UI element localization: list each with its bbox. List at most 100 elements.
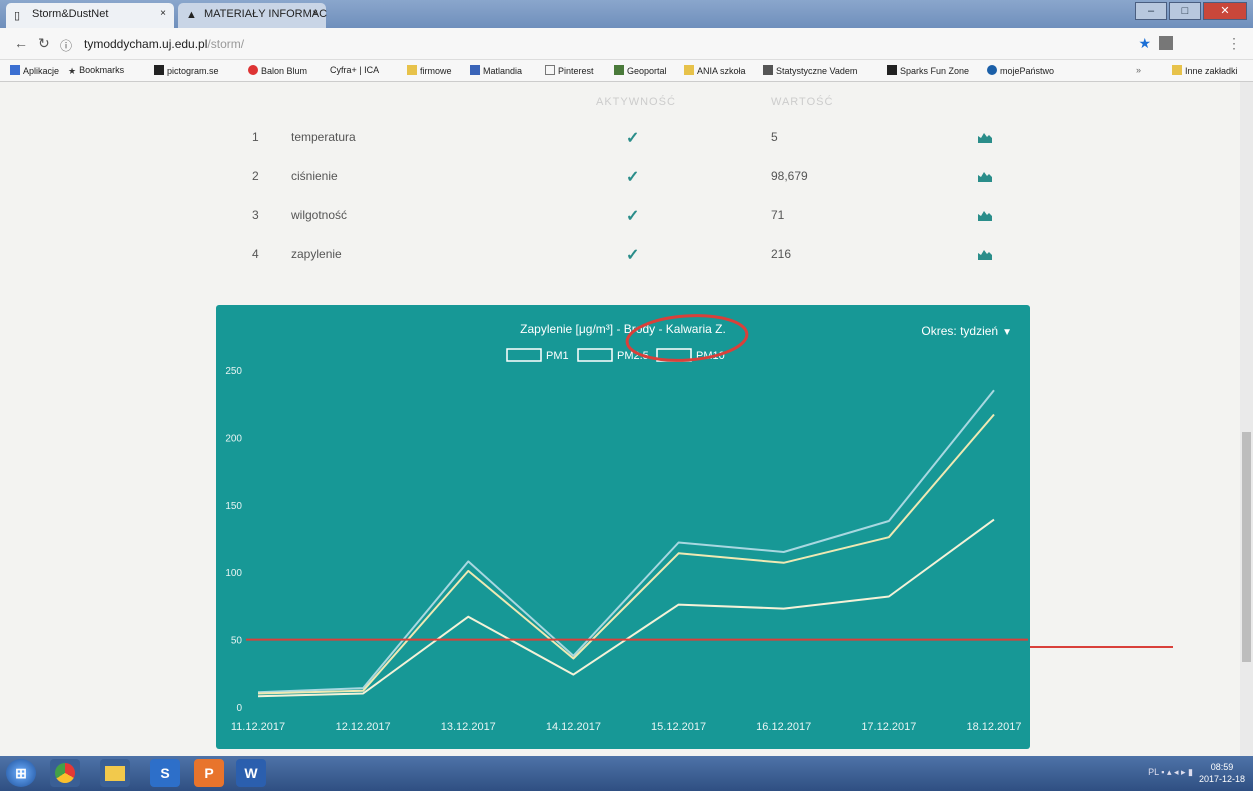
page-icon: ▯ (14, 10, 21, 22)
legend-label: PM1 (546, 350, 569, 362)
table-row: 3 wilgotność ✓ 71 (0, 208, 1253, 228)
extension-icon[interactable] (1159, 36, 1173, 50)
folder-icon (407, 65, 417, 75)
y-tick-label: 200 (225, 433, 242, 444)
geoportal-icon (614, 65, 624, 75)
x-tick-label: 17.12.2017 (861, 721, 916, 733)
globe-icon (987, 65, 997, 75)
x-tick-label: 11.12.2017 (231, 721, 285, 733)
sparks-icon (887, 65, 897, 75)
window-controls: – □ ✕ (1133, 2, 1247, 22)
y-tick-label: 50 (231, 636, 243, 647)
minimize-button[interactable]: – (1135, 2, 1167, 20)
skype-icon[interactable]: S (150, 759, 180, 787)
tab-label: MATERIAŁY INFORMAC (204, 8, 328, 20)
caret-down-icon: ▼ (1002, 327, 1012, 338)
taskbar: ⊞ S P W PL ▪ ▴ ◂ ▸ ▮ 08:59 2017-12-18 (0, 756, 1253, 791)
y-tick-label: 100 (225, 568, 242, 579)
table-row: 1 temperatura ✓ 5 (0, 130, 1253, 150)
area-chart-icon[interactable] (978, 210, 992, 221)
bookmark-other[interactable]: Inne zakładki (1172, 65, 1238, 76)
bookmark-pinterest[interactable]: Pinterest (545, 65, 594, 76)
close-tab-icon[interactable]: × (160, 8, 166, 19)
scrollbar-thumb[interactable] (1242, 432, 1251, 662)
reference-line-extension (1030, 646, 1173, 648)
area-chart-icon[interactable] (978, 249, 992, 260)
bookmark-apps[interactable]: Aplikacje (10, 65, 59, 76)
bookmark-ania-szkola[interactable]: ANIA szkoła (684, 65, 746, 76)
bookmark-sparks[interactable]: Sparks Fun Zone (887, 65, 969, 76)
maximize-button[interactable]: □ (1169, 2, 1201, 20)
powerpoint-icon[interactable]: P (194, 759, 224, 787)
file-explorer-icon[interactable] (100, 759, 130, 787)
back-arrow-icon[interactable]: ← (14, 35, 28, 51)
more-bookmarks-icon[interactable]: » (1136, 65, 1141, 75)
annotation-circle (625, 314, 749, 362)
series-line-pm1 (257, 518, 995, 698)
series-line-pm25 (257, 413, 995, 695)
series-line-pm10 (257, 389, 995, 694)
legend-swatch (577, 348, 613, 362)
tab-storm-dustnet[interactable]: ▯ Storm&DustNet × (6, 3, 174, 28)
x-tick-label: 14.12.2017 (546, 721, 601, 733)
tab-materialy[interactable]: ▲ MATERIAŁY INFORMAC × (178, 3, 328, 28)
x-tick-label: 18.12.2017 (966, 721, 1021, 733)
y-tick-label: 150 (225, 501, 242, 512)
chrome-icon[interactable] (50, 759, 80, 787)
page-icon (545, 65, 555, 75)
apps-grid-icon (10, 65, 20, 75)
balloon-icon (248, 65, 258, 75)
area-chart-icon[interactable] (978, 171, 992, 182)
header-value: WARTOŚĆ (771, 96, 834, 108)
table-row: 4 zapylenie ✓ 216 (0, 247, 1253, 267)
pictogram-icon (154, 65, 164, 75)
y-tick-label: 250 (225, 366, 242, 377)
y-tick-label: 0 (236, 703, 242, 714)
x-tick-label: 16.12.2017 (756, 721, 811, 733)
bookmark-firmowe[interactable]: firmowe (407, 65, 452, 76)
area-chart-icon[interactable] (978, 132, 992, 143)
bookmark-cyfra[interactable]: Cyfra+ | ICA (330, 65, 379, 75)
system-tray: PL ▪ ▴ ◂ ▸ ▮ (1148, 767, 1193, 777)
bookmark-pictogram[interactable]: pictogram.se (154, 65, 219, 76)
start-button[interactable]: ⊞ (6, 759, 36, 787)
line-chart: Zapylenie [μg/m³] - Brody - Kalwaria Z. P… (225, 314, 1028, 733)
bookmark-statystyczne[interactable]: Statystyczne Vadem (763, 65, 857, 76)
check-icon: ✓ (626, 130, 640, 147)
star-icon: ★ (68, 66, 77, 76)
folder-icon (1172, 65, 1182, 75)
info-icon[interactable]: ⓘ (60, 37, 72, 54)
stats-icon (763, 65, 773, 75)
url-field[interactable]: tymoddycham.uj.edu.pl/storm/ (84, 37, 244, 51)
browser-tab-bar: ▯ Storm&DustNet × ▲ MATERIAŁY INFORMAC ×… (0, 0, 1253, 28)
clock[interactable]: 08:59 2017-12-18 (1199, 761, 1245, 785)
drive-icon: ▲ (186, 9, 197, 21)
period-dropdown[interactable]: Okres: tydzień ▼ (921, 324, 1012, 338)
reload-icon[interactable]: ↻ (38, 35, 50, 52)
close-tab-icon[interactable]: × (312, 8, 318, 19)
x-tick-label: 12.12.2017 (336, 721, 391, 733)
close-window-button[interactable]: ✕ (1203, 2, 1247, 20)
menu-dots-icon[interactable]: ⋮ (1227, 35, 1241, 52)
chart-panel: Zapylenie [μg/m³] - Brody - Kalwaria Z. P… (216, 305, 1030, 749)
tab-label: Storm&DustNet (32, 8, 109, 20)
x-tick-label: 13.12.2017 (441, 721, 496, 733)
bookmark-geoportal[interactable]: Geoportal (614, 65, 667, 76)
bookmark-matlandia[interactable]: Matlandia (470, 65, 522, 76)
legend-swatch (506, 348, 542, 362)
bookmark-star-icon[interactable]: ★ (1138, 35, 1151, 52)
table-row: 2 ciśnienie ✓ 98,679 (0, 169, 1253, 189)
chart-title: Zapylenie [μg/m³] - Brody - Kalwaria Z. (520, 322, 726, 336)
header-activity: AKTYWNOŚĆ (596, 96, 676, 108)
check-icon: ✓ (626, 208, 640, 225)
bookmark-balon-blum[interactable]: Balon Blum (248, 65, 307, 76)
bookmark-mojepanstwo[interactable]: mojePaństwo (987, 65, 1054, 76)
check-icon: ✓ (626, 247, 640, 264)
word-icon[interactable]: W (236, 759, 266, 787)
bookmark-bookmarks[interactable]: ★ Bookmarks (68, 65, 124, 76)
folder-icon (684, 65, 694, 75)
bookmarks-bar: Aplikacje ★ Bookmarks pictogram.se Balon … (0, 60, 1253, 82)
check-icon: ✓ (626, 169, 640, 186)
matlandia-icon (470, 65, 480, 75)
address-bar: ← ↻ ⓘ tymoddycham.uj.edu.pl/storm/ ★ ⋮ (0, 28, 1253, 60)
